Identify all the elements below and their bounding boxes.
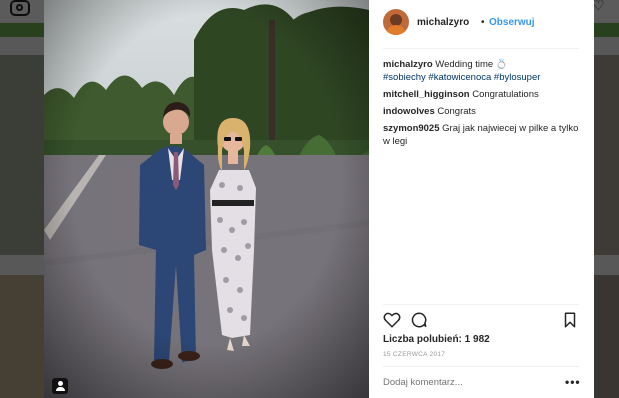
divider (383, 304, 579, 305)
post-date: 15 CZERWCA 2017 (383, 351, 446, 358)
caption-hashtags: #sobiechy #katowicenoca #bylosuper (383, 71, 579, 84)
more-options-icon[interactable]: ••• (565, 375, 581, 389)
heart-icon[interactable] (383, 311, 401, 329)
caption-username[interactable]: michalzyro (383, 59, 433, 70)
post-header: michalzyro • Obserwuj (383, 9, 579, 39)
hashtag-link[interactable]: #bylosuper (494, 72, 540, 83)
wedding-photo-image (44, 0, 369, 398)
add-comment-input[interactable] (383, 377, 543, 388)
hashtag-link[interactable]: #katowicenoca (428, 72, 491, 83)
comment-username[interactable]: szymon9025 (383, 123, 440, 134)
post-modal: michalzyro • Obserwuj michalzyro Wedding… (44, 0, 594, 398)
comment-item: mitchell_higginson Congratulations (383, 88, 579, 101)
user-tag-icon[interactable] (52, 378, 68, 394)
post-sidebar: michalzyro • Obserwuj michalzyro Wedding… (369, 0, 594, 398)
comment-username[interactable]: mitchell_higginson (383, 89, 470, 100)
comment-text: Congrats (437, 106, 476, 117)
post-photo[interactable] (44, 0, 369, 398)
avatar[interactable] (383, 9, 409, 35)
caption: michalzyro Wedding time 💍 #sobiechy #kat… (383, 58, 579, 84)
divider (383, 366, 579, 367)
divider (383, 48, 579, 49)
comment-username[interactable]: indowolves (383, 106, 435, 117)
comment-list: michalzyro Wedding time 💍 #sobiechy #kat… (383, 58, 579, 152)
comment-item: indowolves Congrats (383, 105, 579, 118)
header-separator: • (481, 17, 485, 28)
comment-icon[interactable] (410, 311, 428, 329)
caption-text: Wedding time 💍 (435, 59, 508, 70)
bookmark-icon[interactable] (561, 311, 579, 329)
hashtag-link[interactable]: #sobiechy (383, 72, 426, 83)
follow-button[interactable]: Obserwuj (489, 17, 535, 28)
header-username[interactable]: michalzyro (417, 17, 469, 28)
comment-text: Congratulations (472, 89, 539, 100)
comment-item: szymon9025 Graj jak najwiecej w pilke a … (383, 122, 579, 148)
action-bar (383, 311, 579, 329)
likes-count[interactable]: Liczba polubień: 1 982 (383, 334, 490, 345)
